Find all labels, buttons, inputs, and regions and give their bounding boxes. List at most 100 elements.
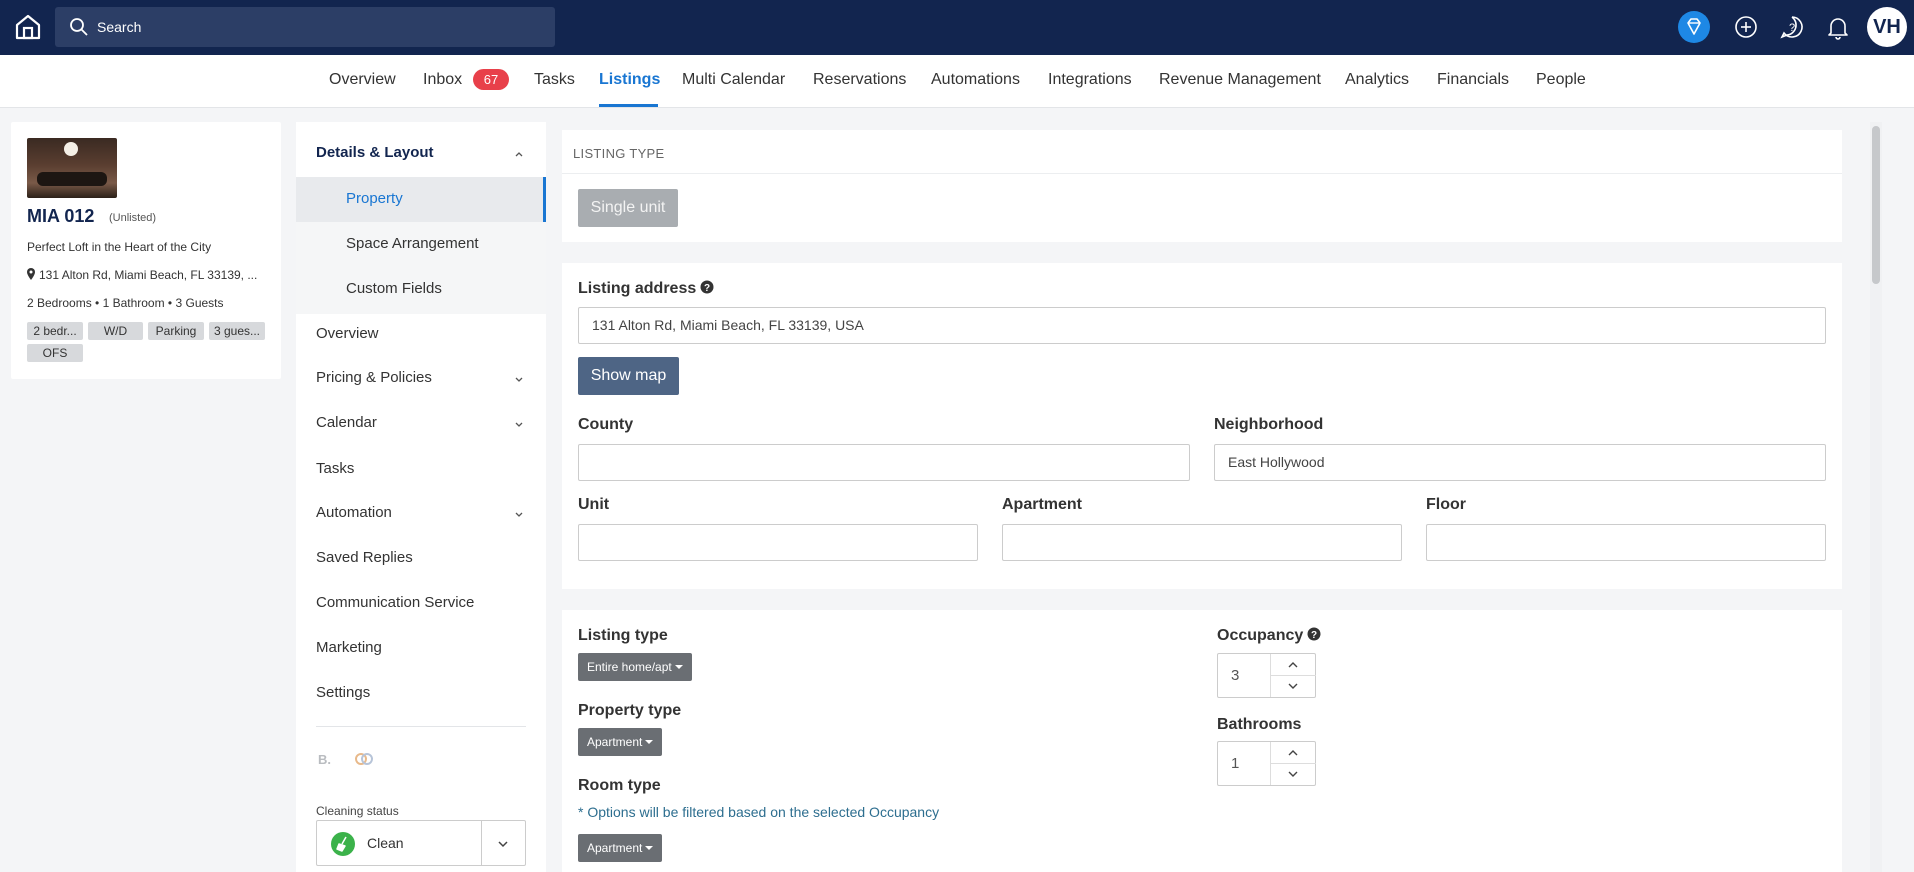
bathrooms-value[interactable]: 1 [1231, 755, 1239, 772]
listing-title: Perfect Loft in the Heart of the City [27, 240, 212, 254]
occupancy-value[interactable]: 3 [1231, 667, 1239, 684]
show-map-button[interactable]: Show map [578, 357, 679, 395]
listing-side-menu: Details & Layout Property Space Arrangem… [296, 122, 546, 872]
main-scrollbar[interactable] [1870, 122, 1882, 872]
menu-details-layout[interactable]: Details & Layout [316, 144, 434, 161]
room-type-dropdown[interactable]: Apartment [578, 834, 663, 862]
menu-calendar[interactable]: Calendar [316, 414, 377, 431]
listing-thumbnail[interactable] [27, 138, 117, 198]
listing-address-label-text: Listing address [578, 280, 697, 297]
home-icon[interactable] [14, 13, 42, 41]
listing-summary-card: MIA 012 (Unlisted) Perfect Loft in the H… [11, 122, 281, 379]
nav-multi-calendar[interactable]: Multi Calendar [682, 71, 785, 89]
listing-type-panel: LISTING TYPE Single unit [562, 130, 1842, 242]
amenity-tag: Parking [148, 322, 204, 340]
nav-integrations[interactable]: Integrations [1048, 71, 1132, 89]
menu-communication-service[interactable]: Communication Service [316, 594, 474, 611]
listing-type-label: Listing type [578, 627, 668, 644]
nav-inbox[interactable]: Inbox [423, 71, 462, 89]
property-type-dropdown[interactable]: Apartment [578, 728, 663, 756]
nav-overview[interactable]: Overview [329, 71, 396, 89]
chat-icon[interactable]: ? [1779, 14, 1805, 40]
room-type-label: Room type [578, 777, 661, 794]
apartment-input[interactable] [1002, 524, 1402, 561]
chevron-down-icon [498, 841, 508, 848]
chevron-down-icon[interactable] [514, 509, 524, 519]
menu-property[interactable]: Property [346, 190, 403, 207]
listing-address-label: Listing address? [578, 280, 714, 298]
caret-down-icon [645, 740, 654, 744]
chevron-down-icon[interactable] [1270, 676, 1316, 697]
nav-tasks[interactable]: Tasks [534, 71, 575, 89]
chevron-up-icon[interactable] [1270, 654, 1316, 675]
chevron-down-icon[interactable] [514, 374, 524, 384]
address-panel: Listing address? 131 Alton Rd, Miami Bea… [562, 263, 1842, 589]
caret-down-icon [674, 665, 683, 669]
avatar[interactable]: VH [1867, 7, 1907, 47]
nav-analytics[interactable]: Analytics [1345, 71, 1409, 89]
search-placeholder: Search [97, 19, 142, 35]
nav-automations[interactable]: Automations [931, 71, 1020, 89]
property-details-panel: Listing type Entire home/apt Property ty… [562, 610, 1842, 872]
cleaning-status-select[interactable]: Clean [316, 820, 526, 866]
listing-status: (Unlisted) [109, 212, 157, 224]
bathrooms-label: Bathrooms [1217, 716, 1302, 733]
unit-input[interactable] [578, 524, 978, 561]
listing-type-dropdown[interactable]: Entire home/apt [578, 653, 692, 681]
menu-pricing-policies[interactable]: Pricing & Policies [316, 369, 432, 386]
menu-automation[interactable]: Automation [316, 504, 392, 521]
svg-text:?: ? [1311, 630, 1317, 641]
airbnb-icon[interactable] [354, 751, 374, 767]
help-icon[interactable]: ? [700, 280, 714, 294]
nav-revenue-management[interactable]: Revenue Management [1159, 71, 1321, 89]
listing-address-input[interactable]: 131 Alton Rd, Miami Beach, FL 33139, USA [578, 307, 1826, 344]
booking-icon[interactable]: B. [318, 752, 331, 767]
unit-label: Unit [578, 496, 610, 513]
listing-name: MIA 012 [27, 206, 95, 226]
scrollbar-thumb[interactable] [1872, 126, 1880, 284]
chevron-up-icon[interactable] [514, 149, 524, 159]
neighborhood-label: Neighborhood [1214, 416, 1324, 433]
bathrooms-stepper[interactable]: 1 [1217, 741, 1316, 786]
menu-space-arrangement[interactable]: Space Arrangement [346, 235, 479, 252]
occupancy-label: Occupancy? [1217, 627, 1321, 645]
occupancy-stepper[interactable]: 3 [1217, 653, 1316, 698]
county-input[interactable] [578, 444, 1190, 481]
neighborhood-input[interactable]: East Hollywood [1214, 444, 1826, 481]
bell-icon[interactable] [1825, 14, 1851, 40]
help-icon[interactable]: ? [1307, 627, 1321, 641]
chevron-down-icon[interactable] [1270, 764, 1316, 785]
search-input[interactable]: Search [55, 7, 555, 47]
cleaning-status-value: Clean [367, 835, 404, 851]
chevron-down-icon[interactable] [514, 419, 524, 429]
nav-financials[interactable]: Financials [1437, 71, 1509, 89]
listing-specs: 2 Bedrooms • 1 Bathroom • 3 Guests [27, 296, 224, 310]
room-type-value: Apartment [587, 841, 643, 855]
diamond-button[interactable] [1678, 11, 1710, 43]
nav-reservations[interactable]: Reservations [813, 71, 906, 89]
chevron-up-icon[interactable] [1270, 742, 1316, 763]
property-type-value: Apartment [587, 735, 643, 749]
menu-saved-replies[interactable]: Saved Replies [316, 549, 413, 566]
amenity-tag: OFS [27, 344, 83, 362]
submenu-active-row [296, 177, 546, 222]
nav-listings[interactable]: Listings [599, 71, 660, 89]
menu-marketing[interactable]: Marketing [316, 639, 382, 656]
plus-circle-icon[interactable] [1733, 14, 1759, 40]
menu-settings[interactable]: Settings [316, 684, 370, 701]
menu-custom-fields[interactable]: Custom Fields [346, 280, 442, 297]
apartment-label: Apartment [1002, 496, 1083, 513]
floor-input[interactable] [1426, 524, 1826, 561]
menu-overview[interactable]: Overview [316, 325, 379, 342]
county-label: County [578, 416, 634, 433]
amenity-tag: 3 gues... [209, 322, 265, 340]
top-bar: Search ? VH [0, 0, 1914, 55]
occupancy-label-text: Occupancy [1217, 627, 1304, 644]
svg-text:?: ? [1789, 22, 1795, 34]
floor-label: Floor [1426, 496, 1466, 513]
broom-icon [331, 832, 355, 856]
single-unit-button[interactable]: Single unit [578, 189, 678, 227]
nav-people[interactable]: People [1536, 71, 1586, 89]
caret-down-icon [645, 846, 654, 850]
menu-tasks[interactable]: Tasks [316, 460, 354, 477]
